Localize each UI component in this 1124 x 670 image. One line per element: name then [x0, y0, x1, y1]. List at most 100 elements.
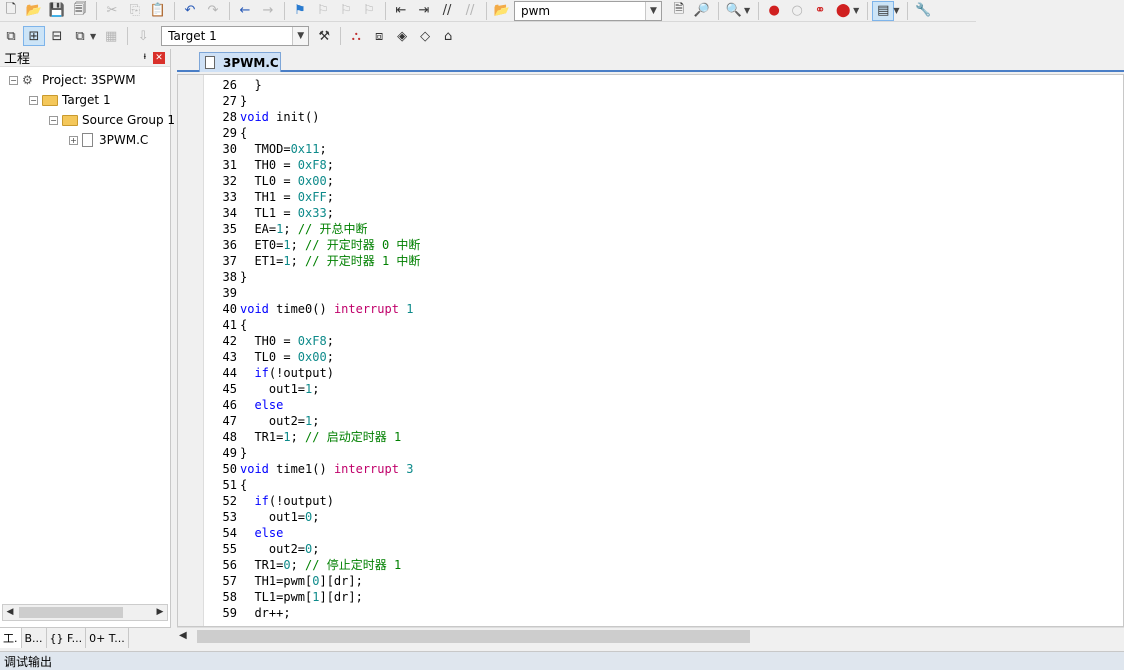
code-line[interactable]: 47 out2=1;: [204, 413, 420, 429]
scroll-right-icon[interactable]: ▶: [153, 605, 167, 620]
code-line[interactable]: 43 TL0 = 0x00;: [204, 349, 420, 365]
collapse-icon[interactable]: −: [29, 95, 38, 105]
disable-breakpoint-icon[interactable]: ○: [786, 1, 808, 21]
code-line[interactable]: 37 ET1=1; // 开定时器 1 中断: [204, 253, 421, 269]
code-line[interactable]: 39: [204, 285, 420, 301]
breakpoints-menu-icon[interactable]: ⬤: [832, 1, 854, 21]
pack-installer-icon[interactable]: ◇: [414, 26, 436, 46]
code-line[interactable]: 45 out1=1;: [204, 381, 420, 397]
editor-gutter[interactable]: [178, 75, 204, 626]
next-bookmark-icon[interactable]: ⚐: [335, 1, 357, 21]
code-line[interactable]: 46 else: [204, 397, 420, 413]
code-line[interactable]: 28 void init(): [204, 109, 420, 125]
navigate-forward-icon[interactable]: →: [257, 1, 279, 21]
code-line[interactable]: 27}: [204, 93, 420, 109]
code-line[interactable]: 54 else: [204, 525, 420, 541]
open-folder-icon[interactable]: 📂: [23, 1, 45, 21]
code-line[interactable]: 31 TH0 = 0xF8;: [204, 157, 420, 173]
code-line[interactable]: 51{: [204, 477, 420, 493]
find-icon[interactable]: 🔎: [691, 1, 713, 21]
editor-horizontal-scrollbar[interactable]: ◀: [177, 627, 1124, 645]
chevron-down-icon[interactable]: ▼: [292, 27, 309, 45]
uncomment-icon[interactable]: //: [459, 1, 481, 21]
code-line[interactable]: 52 if(!output): [204, 493, 420, 509]
build-icon[interactable]: ⊞: [23, 26, 45, 46]
incremental-find-icon[interactable]: 🗎: [668, 1, 690, 21]
code-line[interactable]: 35 EA=1; // 开总中断: [204, 221, 420, 237]
code-line[interactable]: 42 TH0 = 0xF8;: [204, 333, 420, 349]
download-load-icon[interactable]: ⇩: [132, 26, 154, 46]
pin-icon[interactable]: ᵼ: [144, 51, 146, 62]
code-line[interactable]: 48 TR1=1; // 启动定时器 1: [204, 429, 420, 445]
cut-icon[interactable]: ✂: [101, 1, 123, 21]
select-packs-icon[interactable]: ⧈: [368, 26, 390, 46]
tree-node-project[interactable]: − ⚙ Project: 3SPWM: [9, 71, 136, 89]
target-combo[interactable]: Target 1 ▼: [161, 26, 310, 46]
code-editor[interactable]: 26 } 27} 28 void init() 29{30 TMOD=0x11; 31 T…: [177, 74, 1124, 627]
tab-project[interactable]: 工.: [0, 628, 22, 648]
translate-icon[interactable]: ⧉: [0, 26, 22, 46]
kill-breakpoints-icon[interactable]: ⚭: [809, 1, 831, 21]
expand-icon[interactable]: +: [69, 135, 78, 145]
chevron-down-icon[interactable]: ▼: [853, 6, 859, 15]
tree-node-file[interactable]: + 3PWM.C: [69, 131, 148, 149]
code-line[interactable]: 56 TR1=0; // 停止定时器 1: [204, 557, 420, 573]
clear-bookmarks-icon[interactable]: ⚐: [358, 1, 380, 21]
collapse-icon[interactable]: −: [9, 75, 18, 85]
code-line[interactable]: 29{: [204, 125, 420, 141]
code-line[interactable]: 38}: [204, 269, 420, 285]
tab-3pwm-c[interactable]: 3PWM.C: [199, 52, 281, 72]
find-combo[interactable]: pwm ▼: [514, 0, 662, 21]
scrollbar-thumb[interactable]: [197, 630, 750, 643]
new-file-icon[interactable]: 🗋: [0, 1, 22, 21]
chevron-down-icon[interactable]: ▼: [744, 6, 750, 15]
find-in-files-icon[interactable]: 📂: [491, 1, 513, 21]
chevron-down-icon[interactable]: ▼: [645, 1, 661, 20]
code-line[interactable]: 59 dr++;: [204, 605, 420, 621]
code-line[interactable]: 58 TL1=pwm[1][dr];: [204, 589, 420, 605]
tab-templates[interactable]: 0+ T...: [86, 628, 129, 648]
code-line[interactable]: 26 }: [204, 77, 420, 93]
save-all-icon[interactable]: 🗐: [69, 1, 91, 21]
code-line[interactable]: 50 void time1() interrupt 3: [204, 461, 420, 477]
bookmark-icon[interactable]: ⚑: [289, 1, 311, 21]
stop-build-icon[interactable]: ▦: [100, 26, 122, 46]
scroll-left-icon[interactable]: ◀: [3, 605, 17, 620]
copy-icon[interactable]: ⎘: [124, 1, 146, 21]
close-icon[interactable]: ✕: [153, 52, 165, 64]
chevron-down-icon[interactable]: ▼: [90, 32, 96, 41]
tree-node-source-group[interactable]: − Source Group 1: [49, 111, 175, 129]
tab-books[interactable]: B...: [22, 628, 47, 648]
code-line[interactable]: 55 out2=0;: [204, 541, 420, 557]
collapse-icon[interactable]: −: [49, 115, 58, 125]
code-line[interactable]: 49}: [204, 445, 420, 461]
code-line[interactable]: 34 TL1 = 0x33;: [204, 205, 420, 221]
scroll-left-icon[interactable]: ◀: [179, 630, 187, 641]
unindent-icon[interactable]: ⇥: [413, 1, 435, 21]
batch-build-icon[interactable]: ⧉: [69, 26, 91, 46]
code-line[interactable]: 36 ET0=1; // 开定时器 0 中断: [204, 237, 421, 253]
breakpoint-icon[interactable]: ●: [763, 1, 785, 21]
project-horizontal-scrollbar[interactable]: ◀ ▶: [2, 604, 168, 621]
redo-icon[interactable]: ↷: [202, 1, 224, 21]
window-layout-icon[interactable]: ▤: [872, 0, 895, 21]
code-line[interactable]: 30 TMOD=0x11;: [204, 141, 420, 157]
prev-bookmark-icon[interactable]: ⚐: [312, 1, 334, 21]
code-line[interactable]: 53 out1=0;: [204, 509, 420, 525]
code-line[interactable]: 32 TL0 = 0x00;: [204, 173, 420, 189]
code-line[interactable]: 33 TH1 = 0xFF;: [204, 189, 420, 205]
chevron-down-icon[interactable]: ▼: [893, 6, 899, 15]
manage-runtime-icon[interactable]: ◈: [391, 26, 413, 46]
target-options-icon[interactable]: ⚒: [313, 26, 335, 46]
code-line[interactable]: 44 if(!output): [204, 365, 420, 381]
undo-icon[interactable]: ↶: [179, 1, 201, 21]
navigate-back-icon[interactable]: ←: [234, 1, 256, 21]
paste-icon[interactable]: 📋: [147, 1, 169, 21]
code-line[interactable]: 41{: [204, 317, 420, 333]
configure-icon[interactable]: 🔧: [912, 1, 934, 21]
code-line[interactable]: 57 TH1=pwm[0][dr];: [204, 573, 420, 589]
indent-icon[interactable]: ⇤: [390, 1, 412, 21]
tree-node-target[interactable]: − Target 1: [29, 91, 111, 109]
tab-functions[interactable]: {} F...: [47, 628, 87, 648]
scrollbar-thumb[interactable]: [19, 607, 123, 618]
